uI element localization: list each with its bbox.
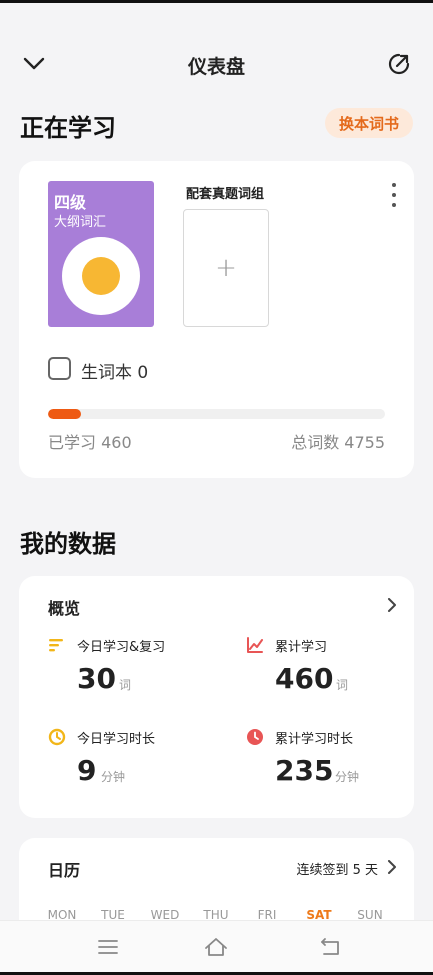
more-options-button[interactable] xyxy=(388,183,400,207)
wordbook-label[interactable]: 生词本 0 xyxy=(81,358,148,383)
calendar-title: 日历 xyxy=(48,861,81,880)
stat-value: 460 xyxy=(275,662,334,695)
home-icon xyxy=(205,938,227,956)
total-count: 总词数 4755 xyxy=(291,433,385,452)
line-chart-icon xyxy=(247,637,263,653)
stat-label: 累计学习时长 xyxy=(275,732,354,747)
studying-title: 正在学习 xyxy=(20,114,116,142)
chevron-right-icon xyxy=(388,860,396,874)
calendar-more-button[interactable] xyxy=(384,859,400,875)
stat-value: 30 xyxy=(77,662,116,695)
study-progress-fill xyxy=(48,409,81,419)
study-progress-bar xyxy=(48,409,385,419)
stat-label: 今日学习&复习 xyxy=(77,640,166,655)
menu-icon xyxy=(98,940,118,954)
book-cover[interactable]: 四级 大纲词汇 xyxy=(48,181,154,327)
egg-yolk xyxy=(82,257,120,295)
status-line xyxy=(0,0,433,3)
my-data-title: 我的数据 xyxy=(20,530,116,558)
back-button[interactable] xyxy=(318,935,344,959)
clock-icon xyxy=(247,729,263,745)
bars-icon xyxy=(49,639,63,652)
header: 仪表盘 xyxy=(0,44,433,84)
home-button[interactable] xyxy=(203,935,229,959)
more-dot xyxy=(392,203,396,207)
stat-value: 9 xyxy=(77,754,97,787)
plus-icon: + xyxy=(215,253,237,283)
more-dot xyxy=(392,193,396,197)
more-dot xyxy=(392,183,396,187)
add-paired-button[interactable]: + xyxy=(183,209,269,327)
stat-unit: 词 xyxy=(336,678,349,692)
stat-label: 累计学习 xyxy=(275,640,328,655)
switch-book-button[interactable]: 换本词书 xyxy=(324,108,413,138)
moon-clock-icon xyxy=(48,728,66,746)
overview-more-button[interactable] xyxy=(384,597,400,613)
studying-card: 四级 大纲词汇 配套真题词组 + 生词本 0 已学习 460 总词数 4755 xyxy=(19,161,414,478)
stat-value: 235 xyxy=(275,754,334,787)
page-title: 仪表盘 xyxy=(187,56,245,78)
book-cover-title: 四级 xyxy=(54,193,87,212)
stat-label: 今日学习时长 xyxy=(77,732,156,747)
stat-unit: 分钟 xyxy=(101,770,126,784)
share-button[interactable] xyxy=(385,50,413,78)
paired-phrases-label: 配套真题词组 xyxy=(186,187,265,202)
wordbook-checkbox[interactable] xyxy=(48,357,71,380)
share-icon xyxy=(388,53,410,75)
overview-title: 概览 xyxy=(48,599,81,618)
learned-count: 已学习 460 xyxy=(48,433,132,452)
system-navbar xyxy=(0,920,433,975)
checkin-streak[interactable]: 连续签到 5 天 xyxy=(296,859,378,878)
menu-button[interactable] xyxy=(95,935,121,959)
back-icon xyxy=(321,938,339,955)
stat-unit: 分钟 xyxy=(335,770,360,784)
stat-unit: 词 xyxy=(119,678,132,692)
chevron-right-icon xyxy=(388,598,396,612)
book-cover-subtitle: 大纲词汇 xyxy=(54,215,107,230)
overview-card[interactable]: 概览 今日学习&复习 30 词 累计学习 460 词 今日学习时长 9 分钟 累… xyxy=(19,576,414,818)
